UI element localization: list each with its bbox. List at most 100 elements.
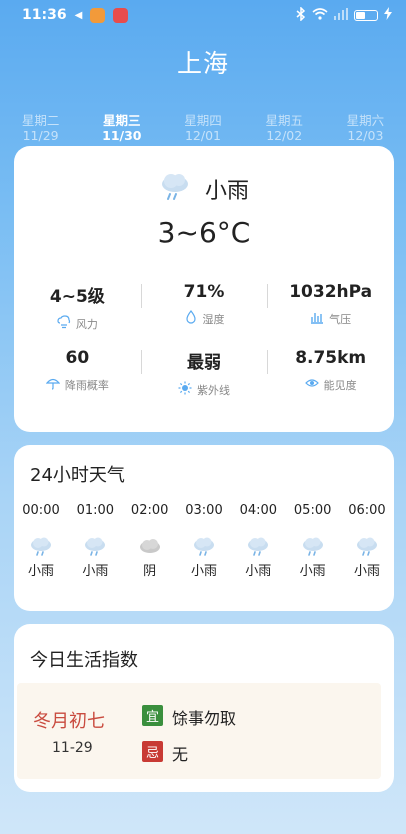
ji-badge: 忌: [142, 741, 163, 762]
hour-item: 06:00 小雨: [340, 503, 394, 579]
day-tab-date: 12/03: [347, 128, 384, 143]
day-tab-weekday: 星期四: [184, 113, 222, 128]
day-tab-weekday: 星期六: [346, 113, 385, 128]
battery-icon: [354, 9, 378, 21]
metric-label-text: 湿度: [202, 312, 225, 326]
metric-label-text: 风力: [75, 317, 98, 331]
video-notification-icon: [113, 7, 129, 23]
metric-value: 最弱: [187, 353, 221, 373]
metric-humidity: 71% 湿度: [140, 282, 268, 332]
metric-uv: 最弱 紫外线: [140, 348, 268, 398]
metric-label-uv: 紫外线: [141, 381, 268, 398]
current-temperature-range: 3~6°C: [157, 216, 251, 249]
metric-label-text: 能见度: [323, 378, 357, 392]
hourly-title: 24小时天气: [30, 465, 125, 486]
day-tab-1[interactable]: 星期三 11/30: [81, 113, 162, 147]
hour-condition: 小雨: [299, 564, 326, 579]
hour-time: 04:00: [239, 503, 278, 518]
day-tab-weekday: 星期五: [265, 113, 303, 128]
status-left: 11:36 ◀: [22, 7, 129, 23]
rain-cloud-icon: [246, 536, 270, 556]
hourly-weather-card: 24小时天气 00:00 小雨 01:00 小雨 02:00 阴 03:00 小雨 04:00 小…: [14, 445, 394, 611]
hour-item: 01:00 小雨: [68, 503, 122, 579]
almanac-panel: 冬月初七 11-29 宜 馀事勿取 忌 无: [17, 683, 381, 779]
metric-value: 1032hPa: [289, 282, 373, 302]
eye-icon: [304, 376, 319, 393]
current-weather-card: 小雨 3~6°C 4~5级 风力 71% 湿度 1032hPa 气压 60 降雨…: [14, 146, 394, 432]
hour-condition: 阴: [143, 564, 157, 579]
hour-item: 02:00 阴: [123, 503, 177, 579]
sun-icon: [178, 381, 192, 398]
current-condition-row: 小雨: [14, 172, 394, 206]
status-bar: 11:36 ◀: [0, 0, 406, 30]
app-notification-icon: [90, 7, 106, 23]
day-tab-2[interactable]: 星期四 12/01: [162, 113, 243, 147]
metric-wind: 4~5级 风力: [14, 282, 141, 332]
hour-item: 03:00 小雨: [177, 503, 231, 579]
yi-text: 馀事勿取: [172, 709, 237, 728]
cellular-signal-icon: [334, 7, 348, 23]
metric-label-visibility: 能见度: [267, 376, 394, 393]
life-index-card: 今日生活指数 冬月初七 11-29 宜 馀事勿取 忌 无: [14, 624, 394, 792]
metric-label-text: 紫外线: [197, 383, 230, 397]
day-tab-weekday: 星期二: [21, 113, 60, 128]
day-tabs: 星期二 11/29 星期三 11/30 星期四 12/01 星期五 12/02 星期六 12/03: [0, 113, 406, 147]
status-right: [296, 5, 392, 24]
metric-rain-probability: 60 降雨概率: [14, 348, 141, 398]
life-title: 今日生活指数: [30, 650, 138, 671]
hour-condition: 小雨: [353, 564, 380, 579]
lunar-date: 冬月初七: [33, 711, 105, 732]
navigation-arrow-icon: ◀: [74, 9, 83, 21]
metric-value: 8.75km: [295, 348, 367, 368]
wifi-icon: [312, 7, 328, 23]
metric-label-text: 降雨概率: [64, 378, 109, 392]
ji-text: 无: [172, 745, 189, 764]
metric-label-rain: 降雨概率: [14, 376, 141, 393]
humidity-icon: [184, 310, 198, 327]
metric-value: 60: [65, 348, 90, 368]
day-tab-date: 11/30: [102, 128, 142, 143]
hour-item: 04:00 小雨: [231, 503, 285, 579]
hour-condition: 小雨: [190, 564, 217, 579]
day-tab-date: 11/29: [22, 128, 59, 143]
solar-date: 11-29: [52, 740, 93, 756]
city-title[interactable]: 上海: [0, 44, 406, 80]
metric-pressure: 1032hPa 气压: [267, 282, 394, 332]
hour-time: 06:00: [348, 503, 386, 518]
hour-time: 00:00: [22, 503, 60, 518]
hour-condition: 小雨: [245, 564, 272, 579]
battery-level: [356, 11, 365, 19]
hourly-list: 00:00 小雨 01:00 小雨 02:00 阴 03:00 小雨 04:00 小雨 05:00 小…: [14, 503, 394, 579]
rain-cloud-icon: [29, 536, 53, 556]
metrics-row-2: 60 降雨概率 最弱 紫外线 8.75km 能见度: [14, 348, 394, 398]
rain-cloud-icon: [192, 536, 216, 556]
metric-value: 71%: [183, 282, 225, 302]
hour-time: 01:00: [76, 503, 115, 518]
day-tab-4[interactable]: 星期六 12/03: [325, 113, 406, 147]
current-condition-text: 小雨: [204, 179, 249, 204]
day-tab-0[interactable]: 星期二 11/29: [0, 113, 81, 147]
metrics-row-1: 4~5级 风力 71% 湿度 1032hPa 气压: [14, 282, 394, 332]
metric-value: 4~5级: [49, 287, 105, 307]
hour-time: 05:00: [293, 503, 332, 518]
charging-bolt-icon: [384, 7, 392, 23]
hour-item: 05:00 小雨: [286, 503, 340, 579]
status-time: 11:36: [22, 7, 67, 23]
hour-condition: 小雨: [27, 564, 54, 579]
overcast-cloud-icon: [138, 536, 162, 554]
umbrella-icon: [45, 376, 61, 393]
pressure-icon: [310, 310, 324, 327]
rain-cloud-icon: [355, 536, 379, 556]
hour-time: 02:00: [130, 503, 169, 518]
rain-cloud-icon: [301, 536, 325, 556]
day-tab-date: 12/02: [266, 128, 303, 143]
metric-label-humidity: 湿度: [141, 310, 268, 327]
metric-label-text: 气压: [329, 312, 352, 326]
day-tab-3[interactable]: 星期五 12/02: [244, 113, 325, 147]
hour-condition: 小雨: [82, 564, 109, 579]
wind-icon: [57, 315, 71, 332]
hour-item: 00:00 小雨: [14, 503, 68, 579]
day-tab-weekday: 星期三: [103, 113, 141, 128]
metric-visibility: 8.75km 能见度: [267, 348, 394, 398]
day-tab-date: 12/01: [184, 128, 222, 143]
